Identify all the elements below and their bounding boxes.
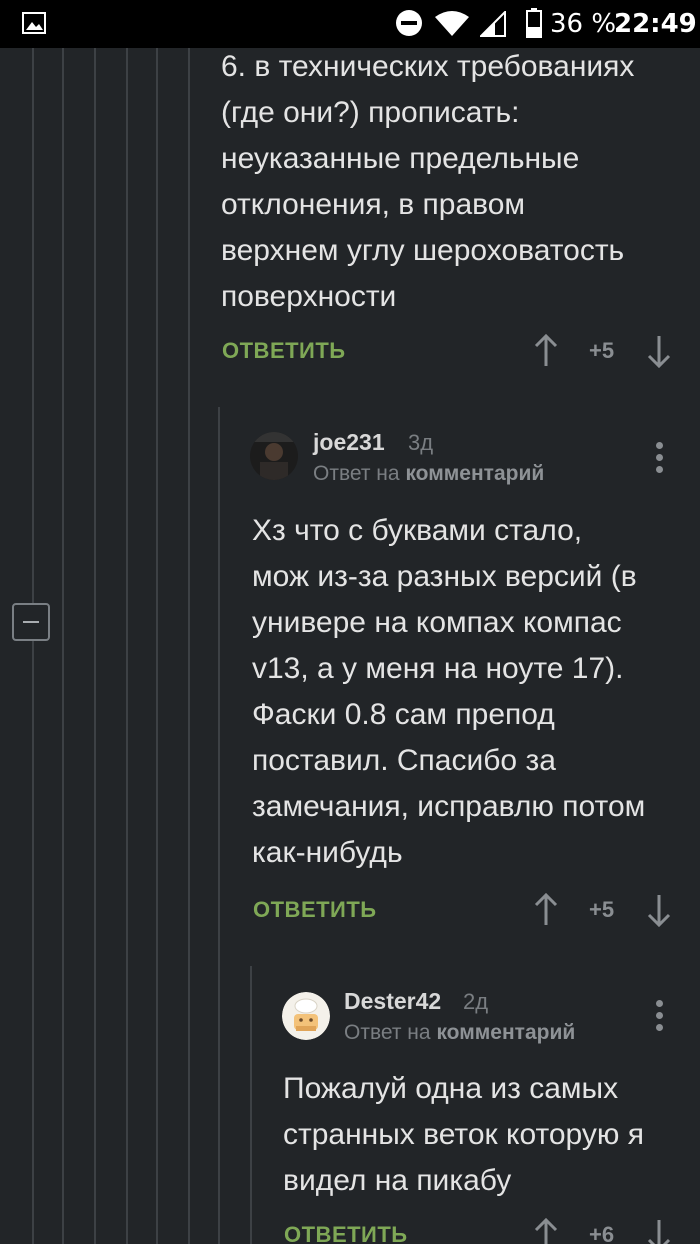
avatar[interactable] xyxy=(250,432,298,480)
reply-to-prefix: Ответ на xyxy=(344,1021,431,1044)
thread-line xyxy=(126,48,128,1244)
comment-line: отклонения, в правом xyxy=(221,188,526,221)
collapse-thread-button[interactable] xyxy=(12,603,50,641)
comment-line: мож из-за разных версий (в xyxy=(252,560,637,593)
comment-body: Пожалуй одна из самых странных веток кот… xyxy=(283,1066,644,1204)
image-icon xyxy=(22,12,46,34)
battery-icon xyxy=(526,8,542,38)
thread-line xyxy=(156,48,158,1244)
vote-score: +6 xyxy=(589,1222,615,1244)
vote-score: +5 xyxy=(589,338,615,363)
thread-line xyxy=(32,641,34,1244)
reply-button[interactable]: ОТВЕТИТЬ xyxy=(284,1222,408,1244)
arrow-down-icon[interactable] xyxy=(647,893,671,927)
comment-age: 3д xyxy=(408,430,434,455)
comment-line: (где они?) прописать: xyxy=(221,96,520,129)
battery-percent: 36 % xyxy=(550,9,617,39)
comment-line: поверхности xyxy=(221,280,397,313)
arrow-up-icon[interactable] xyxy=(534,893,558,927)
avatar[interactable] xyxy=(282,992,330,1040)
comment-author[interactable]: joe231 xyxy=(313,429,385,456)
comment-body: Хз что с буквами стало, мож из-за разных… xyxy=(252,508,645,876)
wifi-icon xyxy=(435,11,469,36)
status-bar: 36 % 22:49 xyxy=(0,0,700,48)
reply-to-link[interactable]: комментарий xyxy=(405,462,544,485)
do-not-disturb-icon xyxy=(396,10,422,36)
reply-to-link[interactable]: комментарий xyxy=(436,1021,575,1044)
thread-line xyxy=(32,48,34,604)
thread-line xyxy=(94,48,96,1244)
thread-line xyxy=(62,48,64,1244)
comment-line: неуказанные предельные xyxy=(221,142,580,175)
signal-icon xyxy=(480,11,506,37)
comment-line: верхнем углу шероховатость xyxy=(221,234,625,267)
comment-line: поставил. Спасибо за xyxy=(252,744,556,777)
comment-age: 2д xyxy=(463,989,489,1014)
reply-button[interactable]: ОТВЕТИТЬ xyxy=(253,897,377,923)
vote-score: +5 xyxy=(589,897,615,922)
comment-line: Хз что с буквами стало, xyxy=(252,514,583,547)
thread-line xyxy=(250,966,252,1244)
arrow-up-icon[interactable] xyxy=(534,1218,558,1244)
reply-to-line: Ответ на комментарий xyxy=(313,462,544,486)
more-vertical-icon[interactable] xyxy=(654,1000,664,1032)
more-vertical-icon[interactable] xyxy=(654,442,664,474)
comment-body: 6. в технических требованиях (где они?) … xyxy=(221,44,634,320)
thread-line xyxy=(188,48,190,1244)
comment-author[interactable]: Dester42 xyxy=(344,988,441,1015)
comment-line: странных веток которую я xyxy=(283,1118,644,1151)
comment-line: как-нибудь xyxy=(252,836,403,869)
arrow-down-icon[interactable] xyxy=(647,1218,671,1244)
comment-line: универе на компах компас xyxy=(252,606,622,639)
thread-line xyxy=(218,407,220,1244)
comment-line: Фаски 0.8 сам препод xyxy=(252,698,555,731)
comment-line: 6. в технических требованиях xyxy=(221,50,635,83)
comment-line: видел на пикабу xyxy=(283,1164,512,1197)
comment-line: Пожалуй одна из самых xyxy=(283,1072,619,1105)
arrow-up-icon[interactable] xyxy=(534,334,558,368)
clock: 22:49 xyxy=(614,9,697,39)
comment-line: замечания, исправлю потом xyxy=(252,790,646,823)
reply-button[interactable]: ОТВЕТИТЬ xyxy=(222,338,346,364)
comment-line: v13, а у меня на ноуте 17). xyxy=(252,652,624,685)
arrow-down-icon[interactable] xyxy=(647,334,671,368)
reply-to-prefix: Ответ на xyxy=(313,462,400,485)
reply-to-line: Ответ на комментарий xyxy=(344,1021,575,1045)
